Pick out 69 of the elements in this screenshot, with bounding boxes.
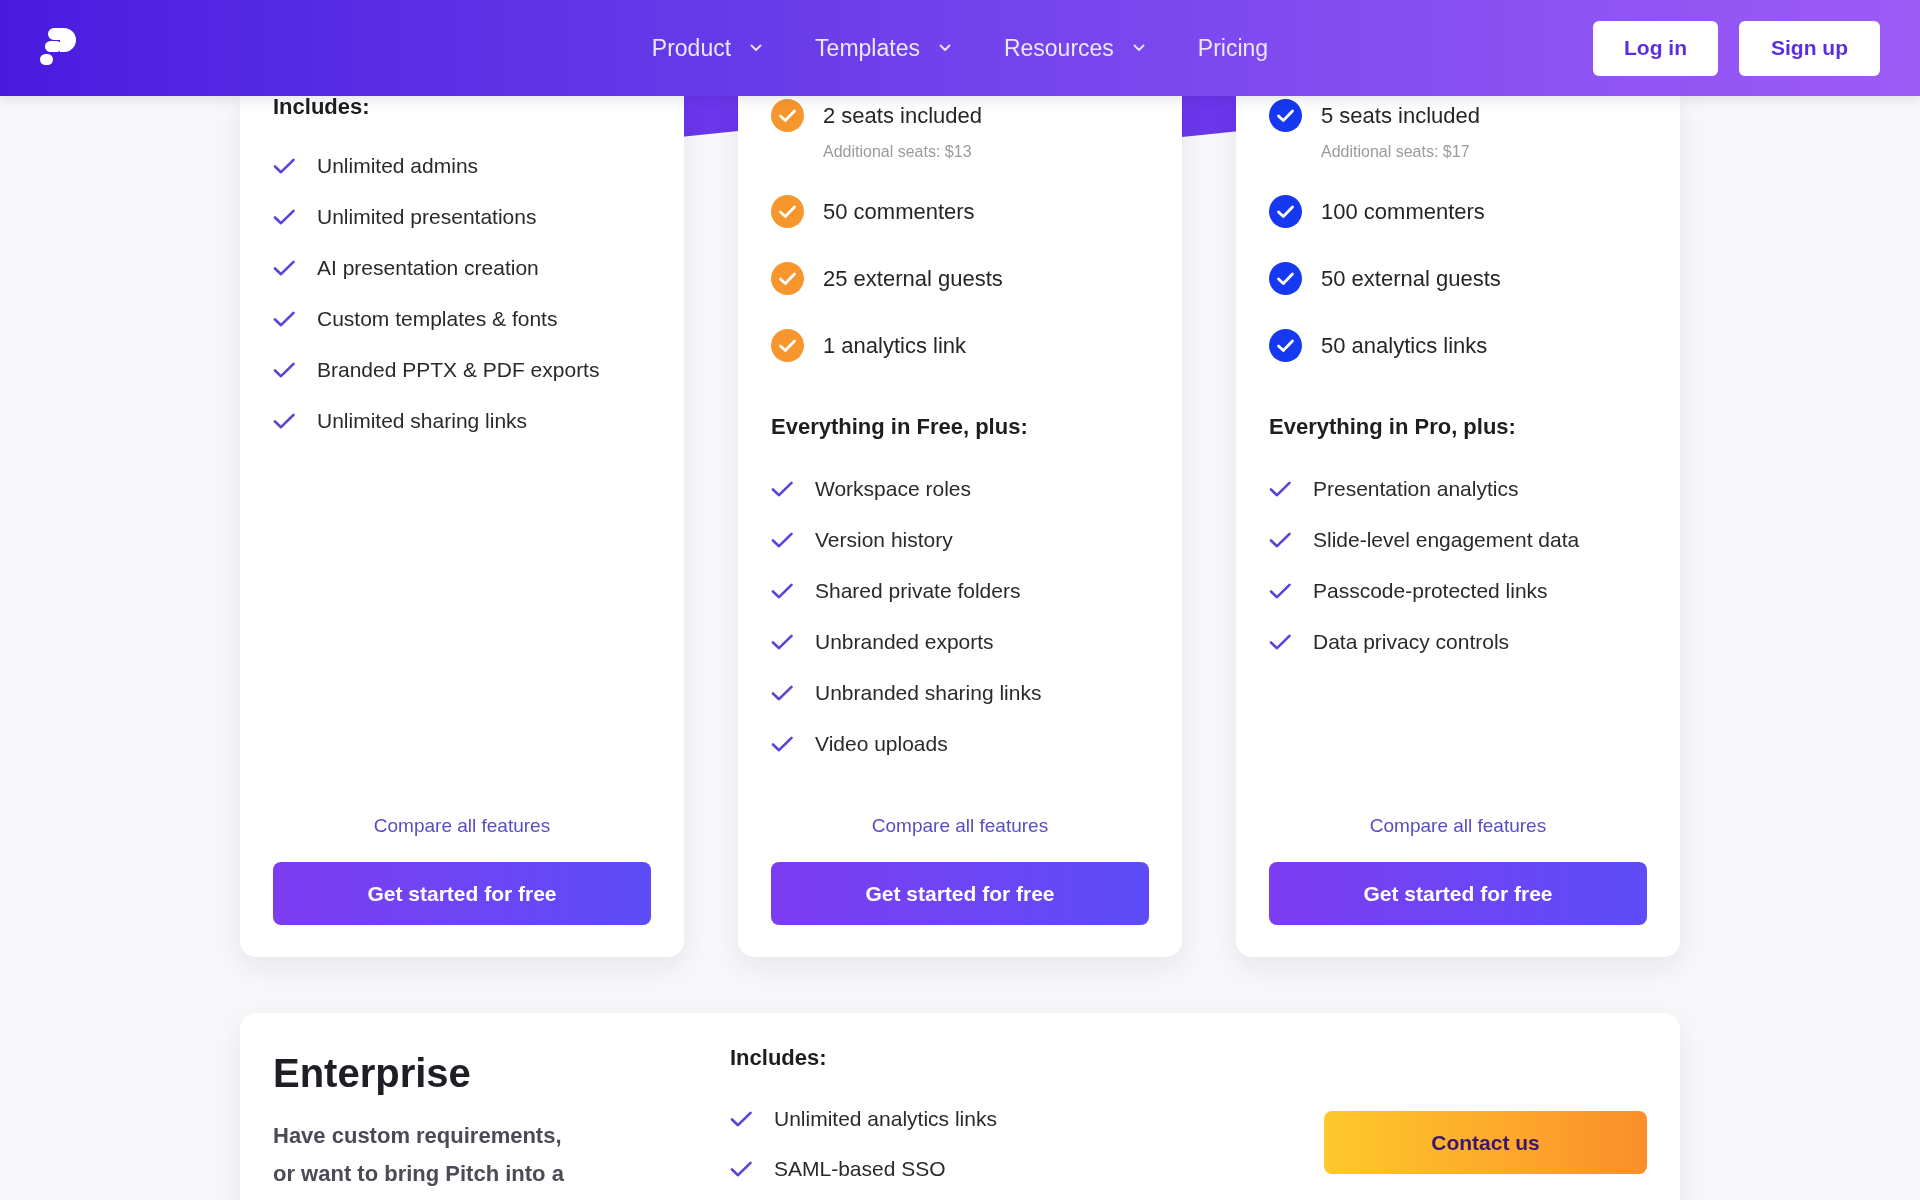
nav-link[interactable]: Templates — [815, 30, 951, 66]
signup-button[interactable]: Sign up — [1739, 20, 1880, 76]
feature-text: Slide-level engagement data — [1313, 526, 1580, 553]
check-icon — [273, 259, 295, 276]
check-icon — [771, 735, 793, 752]
nav-link[interactable]: Pricing — [1197, 30, 1269, 66]
check-icon — [771, 633, 793, 650]
check-icon — [1269, 531, 1291, 548]
limit-text: 50 commenters — [823, 197, 975, 226]
contact-button[interactable]: Contact us — [1324, 1111, 1647, 1174]
enterprise-title: Enterprise — [273, 1050, 471, 1097]
feature-text: Video uploads — [815, 730, 948, 757]
check-icon — [771, 480, 793, 497]
feature-text: AI presentation creation — [317, 254, 539, 281]
feature-text: Unlimited presentations — [317, 203, 537, 230]
get-started-button[interactable]: Get started for free — [771, 862, 1149, 925]
limit-text: 2 seats included — [823, 101, 982, 130]
feature-text: Branded PPTX & PDF exports — [317, 356, 600, 383]
chevron-down-icon — [938, 44, 951, 52]
note-text: Additional seats: $17 — [1321, 142, 1470, 162]
feature-text: Unbranded exports — [815, 628, 994, 655]
check-icon — [730, 1161, 752, 1177]
chevron-down-icon — [750, 44, 763, 52]
limit-text: 100 commenters — [1321, 197, 1485, 226]
check-icon — [273, 208, 295, 225]
section-heading: Includes: — [273, 96, 370, 118]
check-icon — [771, 684, 793, 701]
feature-text: Unlimited sharing links — [317, 407, 528, 434]
check-icon — [1269, 633, 1291, 650]
check-icon — [771, 531, 793, 548]
enterprise-description: Have custom requirements, or want to bring Pitch into a — [273, 1122, 564, 1188]
check-icon — [730, 1111, 752, 1127]
feature-text: Unlimited admins — [317, 152, 479, 179]
compare-link[interactable]: Compare all features — [1369, 814, 1547, 838]
feature-text: Version history — [815, 526, 953, 553]
chevron-down-icon — [1132, 44, 1145, 52]
check-icon — [273, 361, 295, 378]
check-icon — [1269, 480, 1291, 497]
note-text: Additional seats: $13 — [823, 142, 972, 162]
limit-text: 50 analytics links — [1321, 331, 1488, 360]
compare-link[interactable]: Compare all features — [373, 814, 551, 838]
get-started-button[interactable]: Get started for free — [273, 862, 651, 925]
feature-text: Workspace roles — [815, 475, 971, 502]
logo-icon — [40, 28, 76, 68]
nav-link[interactable]: Product — [651, 30, 763, 66]
feature-text: Data privacy controls — [1313, 628, 1510, 655]
feature-text: Shared private folders — [815, 577, 1021, 604]
feature-text: Unbranded sharing links — [815, 679, 1042, 706]
limit-text: 1 analytics link — [823, 331, 967, 360]
login-button[interactable]: Log in — [1593, 20, 1718, 76]
check-icon — [273, 310, 295, 327]
feature-text: Passcode-protected links — [1313, 577, 1548, 604]
check-icon — [1269, 582, 1291, 599]
limit-text: 50 external guests — [1321, 264, 1501, 293]
feature-text: Unlimited analytics links — [774, 1106, 997, 1133]
section-heading: Includes: — [730, 1047, 827, 1069]
section-heading: Everything in Free, plus: — [771, 416, 1028, 438]
get-started-button[interactable]: Get started for free — [1269, 862, 1647, 925]
check-icon — [273, 412, 295, 429]
section-heading: Everything in Pro, plus: — [1269, 416, 1516, 438]
feature-text: SAML-based SSO — [774, 1156, 946, 1183]
feature-text: Custom templates & fonts — [317, 305, 558, 332]
check-icon — [273, 157, 295, 174]
limit-text: 5 seats included — [1321, 101, 1480, 130]
check-icon — [771, 582, 793, 599]
limit-text: 25 external guests — [823, 264, 1003, 293]
feature-text: Presentation analytics — [1313, 475, 1519, 502]
compare-link[interactable]: Compare all features — [871, 814, 1049, 838]
nav-link[interactable]: Resources — [1003, 30, 1145, 66]
